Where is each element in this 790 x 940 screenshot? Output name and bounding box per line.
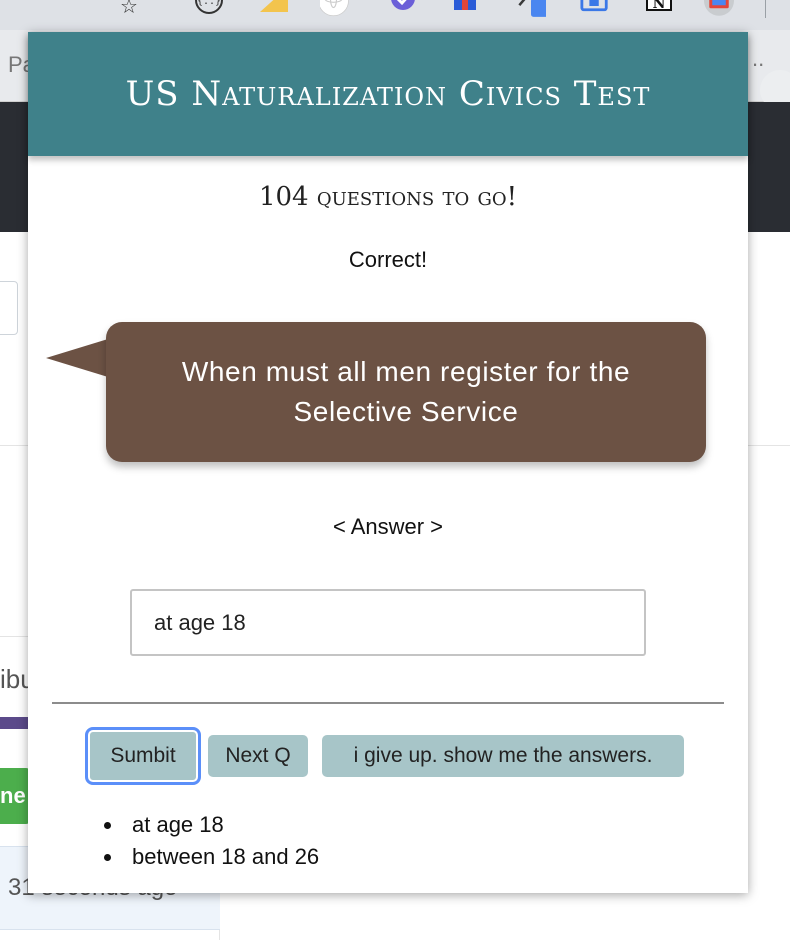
svg-text:{..}: {..} [197, 0, 221, 7]
civics-popup: US Naturalization Civics Test 104 questi… [28, 32, 748, 893]
chrome-icon[interactable] [704, 0, 734, 18]
react-devtools-icon[interactable] [320, 0, 350, 18]
highlighter-icon[interactable] [258, 0, 288, 18]
screenshot-icon[interactable] [580, 0, 610, 18]
task-check-icon[interactable] [388, 0, 418, 18]
question-bubble: When must all men register for the Selec… [106, 322, 706, 462]
list-item: between 18 and 26 [102, 841, 319, 873]
json-viewer-icon[interactable]: {..} [194, 0, 224, 18]
feedback-message: Correct! [348, 247, 428, 272]
background-progress-bar [0, 717, 30, 729]
list-item: at age 18 [102, 809, 319, 841]
section-divider [52, 702, 724, 704]
add-menu-icon[interactable]: +▾ [748, 250, 790, 290]
popup-title: US Naturalization Civics Test [125, 74, 651, 114]
lighthouse-icon[interactable] [450, 0, 480, 18]
toolbar-divider [765, 0, 766, 18]
answer-input[interactable] [130, 589, 646, 656]
svg-text:N: N [653, 0, 666, 12]
questions-remaining: 104 questions to go! [258, 182, 518, 212]
eyedropper-icon[interactable] [516, 0, 546, 18]
show-answers-button[interactable]: i give up. show me the answers. [322, 735, 684, 777]
submit-button[interactable]: Sumbit [85, 727, 201, 785]
star-icon[interactable]: ☆ [114, 0, 144, 18]
tab-ellipsis: .. [752, 46, 765, 71]
notion-icon[interactable]: N [644, 0, 674, 18]
background-button[interactable]: ne [0, 768, 30, 824]
correct-answers-list: at age 18 between 18 and 26 [102, 809, 319, 873]
answer-label: < Answer > [332, 514, 444, 539]
speech-bubble-tail [46, 339, 108, 377]
background-input[interactable] [0, 281, 18, 335]
browser-toolbar: ☆ {..} N [0, 0, 790, 30]
popup-header: US Naturalization Civics Test [28, 32, 748, 156]
question-text: When must all men register for the Selec… [181, 356, 631, 427]
next-question-button[interactable]: Next Q [208, 735, 308, 777]
